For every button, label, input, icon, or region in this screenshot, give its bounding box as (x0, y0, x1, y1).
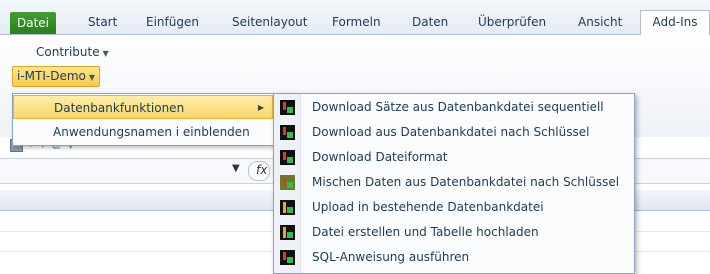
tab-add-ins[interactable]: Add-Ins (640, 10, 710, 35)
menu-item-label: Datenbankfunktionen (54, 101, 185, 115)
tab-data[interactable]: Daten (412, 11, 448, 33)
menu-item-anwendungsnamen[interactable]: Anwendungsnamen i einblenden (13, 120, 273, 144)
submenu-item-label: Mischen Daten aus Datenbankdatei nach Sc… (312, 175, 620, 189)
imti-demo-label: i-MTI-Demo (17, 69, 86, 83)
submenu-item-download-schluessel[interactable]: Download aus Datenbankdatei nach Schlüss… (274, 120, 634, 145)
submenu-item-datei-erstellen[interactable]: Datei erstellen und Tabelle hochladen (274, 220, 634, 245)
imti-demo-button[interactable]: i-MTI-Demo ▼ (12, 66, 101, 87)
fx-icon[interactable]: fx (256, 163, 267, 177)
imti-demo-menu: Datenbankfunktionen ▶ Anwendungsnamen i … (12, 93, 274, 146)
tab-view[interactable]: Ansicht (578, 11, 622, 33)
submenu-item-download-dateiformat[interactable]: Download Dateiformat (274, 145, 634, 170)
chevron-down-icon: ▼ (88, 73, 96, 82)
download-key-icon (280, 125, 295, 140)
menu-item-datenbankfunktionen[interactable]: Datenbankfunktionen ▶ (13, 95, 273, 119)
datenbankfunktionen-submenu: Download Sätze aus Datenbankdatei sequen… (273, 93, 635, 274)
chevron-down-icon: ▼ (102, 49, 109, 58)
submenu-item-download-sequentiell[interactable]: Download Sätze aus Datenbankdatei sequen… (274, 95, 634, 120)
tab-page-layout[interactable]: Seitenlayout (232, 11, 307, 33)
submenu-item-upload[interactable]: Upload in bestehende Datenbankdatei (274, 195, 634, 220)
name-box-dropdown-icon[interactable]: ▼ (232, 163, 240, 174)
submenu-item-mischen-daten[interactable]: Mischen Daten aus Datenbankdatei nach Sc… (274, 170, 634, 195)
submenu-item-label: Upload in bestehende Datenbankdatei (312, 200, 544, 214)
contribute-label: Contribute (36, 45, 100, 59)
download-icon (280, 100, 295, 115)
submenu-item-label: SQL-Anweisung ausführen (312, 250, 470, 264)
submenu-item-label: Download aus Datenbankdatei nach Schlüss… (312, 125, 590, 139)
upload-icon (280, 200, 295, 215)
merge-icon (280, 175, 295, 190)
tab-file[interactable]: Datei (10, 12, 56, 34)
contribute-button[interactable]: Contribute ▼ (32, 43, 113, 62)
submenu-item-label: Datei erstellen und Tabelle hochladen (312, 225, 539, 239)
submenu-item-label: Download Dateiformat (312, 150, 448, 164)
tab-start[interactable]: Start (88, 11, 117, 33)
file-format-icon (280, 150, 295, 165)
ribbon-tab-bar: Datei Start Einfügen Seitenlayout Formel… (0, 0, 710, 35)
submenu-arrow-icon: ▶ (257, 103, 264, 112)
sql-icon (280, 250, 295, 265)
tab-formulas[interactable]: Formeln (332, 11, 381, 33)
create-file-icon (280, 225, 295, 240)
submenu-item-sql-anweisung[interactable]: SQL-Anweisung ausführen (274, 245, 634, 270)
submenu-item-label: Download Sätze aus Datenbankdatei sequen… (312, 100, 604, 114)
tab-insert[interactable]: Einfügen (146, 11, 199, 33)
tab-review[interactable]: Überprüfen (478, 11, 546, 33)
menu-item-label: Anwendungsnamen i einblenden (53, 125, 250, 139)
